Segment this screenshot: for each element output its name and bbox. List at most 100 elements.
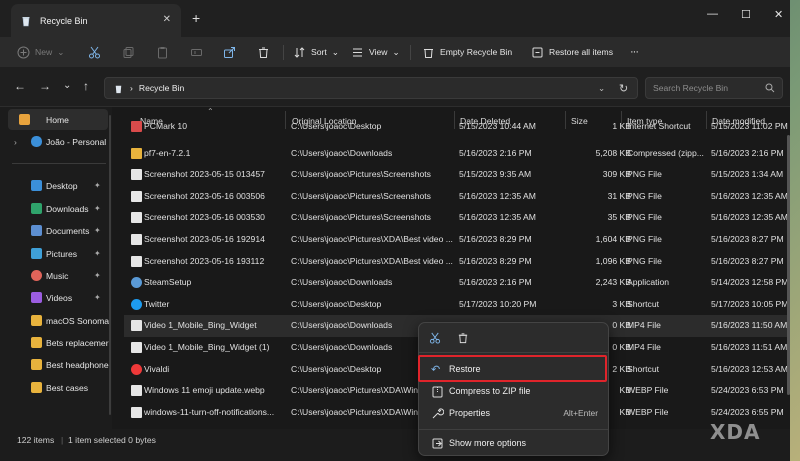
- table-row[interactable]: Screenshot 2023-05-16 193112 C:\Users\joa…: [124, 251, 790, 273]
- sidebar-item-macos-sonoma[interactable]: macOS Sonoma: [0, 310, 112, 331]
- cell-type: PNG File: [627, 190, 662, 201]
- maximize-button[interactable]: ☐: [741, 8, 751, 21]
- copy-button[interactable]: [122, 37, 135, 67]
- cell-size: 309 KB: [602, 169, 631, 180]
- image-file-icon: [131, 255, 142, 267]
- cell-mod: 5/16/2023 8:27 PM: [711, 234, 784, 244]
- table-row[interactable]: PCMark 10 C:\Users\joaoc\Desktop 5/15/2023…: [124, 121, 790, 138]
- sidebar-item-label: Videos: [46, 292, 73, 303]
- up-arrow-icon[interactable]: ↑: [83, 80, 89, 92]
- table-row[interactable]: SteamSetup C:\Users\joaoc\Downloads 5/16/2…: [124, 272, 790, 294]
- paste-button[interactable]: [156, 37, 169, 67]
- cell-mod: 5/16/2023 2:16 PM: [711, 147, 784, 158]
- address-bar[interactable]: › Recycle Bin ⌄ ↻: [104, 77, 638, 99]
- context-menu-show-more-options[interactable]: Show more options: [423, 432, 606, 454]
- cell-type: Application: [627, 277, 670, 288]
- table-row[interactable]: Screenshot 2023-05-16 003506 C:\Users\joa…: [124, 186, 790, 208]
- sidebar-item-pictures[interactable]: Pictures ✦: [0, 243, 112, 264]
- title-bar: Recycle Bin ✕ + — ☐ ✕: [0, 0, 790, 37]
- sidebar-item-onedrive[interactable]: › João - Personal: [0, 131, 112, 152]
- breadcrumb-recycle-bin[interactable]: Recycle Bin: [139, 83, 184, 93]
- empty-recycle-bin-button[interactable]: Empty Recycle Bin: [422, 37, 512, 67]
- chevron-down-icon: ⌄: [392, 46, 400, 57]
- cell-mod: 5/16/2023 8:27 PM: [711, 255, 784, 266]
- scissors-icon: [89, 46, 100, 58]
- tab-close-icon[interactable]: ✕: [163, 14, 171, 25]
- cell-type: MP4 File: [627, 342, 661, 352]
- table-row[interactable]: Screenshot 2023-05-15 013457 C:\Users\joa…: [124, 164, 790, 186]
- cell-loc: C:\Users\joaoc\Downloads: [291, 277, 393, 288]
- sidebar-scrollbar[interactable]: [109, 115, 111, 415]
- cell-mod: 5/16/2023 11:51 AM: [711, 342, 788, 352]
- table-row[interactable]: Screenshot 2023-05-16 192914 C:\Users\joa…: [124, 229, 790, 251]
- cell-mod: 5/14/2023 12:58 PM: [711, 277, 789, 288]
- recent-locations-chevron-icon[interactable]: ⌄: [63, 80, 71, 92]
- context-menu-compress-zip[interactable]: Compress to ZIP file: [423, 380, 606, 402]
- sidebar-item-videos[interactable]: Videos ✦: [0, 287, 112, 308]
- table-row[interactable]: Twitter C:\Users\joaoc\Desktop 5/17/2023 1…: [124, 294, 790, 316]
- table-row[interactable]: pf7-en-7.2.1 C:\Users\joaoc\Downloads 5/16…: [124, 143, 790, 165]
- tab-recycle-bin[interactable]: Recycle Bin ✕: [11, 4, 181, 37]
- sidebar-item-downloads[interactable]: Downloads ✦: [0, 198, 112, 219]
- sidebar-item-documents[interactable]: Documents ✦: [0, 220, 112, 241]
- cell-date: 5/16/2023 8:29 PM: [459, 234, 532, 244]
- new-button[interactable]: New ⌄: [17, 37, 64, 67]
- cell-loc: C:\Users\joaoc\Pictures\XDA\Best video .…: [291, 255, 453, 266]
- cell-mod: 5/15/2023 11:02 PM: [711, 121, 788, 131]
- new-tab-button[interactable]: +: [192, 11, 200, 25]
- sidebar-item-label: João - Personal: [46, 136, 107, 147]
- more-options-button[interactable]: ···: [630, 37, 639, 67]
- cell-date: 5/17/2023 10:20 PM: [459, 298, 537, 309]
- pin-icon: ✦: [94, 249, 101, 258]
- cell-type: WEBP File: [627, 406, 669, 417]
- cell-size: 3 KB: [612, 298, 631, 309]
- sidebar-item-desktop[interactable]: Desktop ✦: [0, 175, 112, 196]
- close-button[interactable]: ✕: [774, 8, 783, 21]
- sidebar-item-best-headphones[interactable]: Best headphone: [0, 354, 112, 375]
- sidebar-item-bets-replacement[interactable]: Bets replacemer: [0, 332, 112, 353]
- rename-button[interactable]: [190, 37, 203, 67]
- restore-all-button[interactable]: Restore all items: [531, 37, 613, 67]
- status-bar: 122 items | 1 item selected 0 bytes: [0, 429, 790, 461]
- sidebar-item-best-cases[interactable]: Best cases: [0, 377, 112, 398]
- cell-loc: C:\Users\joaoc\Desktop: [291, 121, 382, 131]
- sidebar-item-label: Downloads: [46, 203, 89, 214]
- cut-button[interactable]: [88, 37, 101, 67]
- refresh-icon[interactable]: ↻: [619, 82, 628, 95]
- search-input[interactable]: Search Recycle Bin: [645, 77, 783, 99]
- sidebar-item-home[interactable]: Home: [8, 109, 108, 130]
- desktop-icon: [31, 180, 42, 191]
- image-file-icon: [131, 169, 142, 181]
- context-menu-properties[interactable]: Properties Alt+Enter: [423, 402, 606, 424]
- table-row[interactable]: Screenshot 2023-05-16 003530 C:\Users\joa…: [124, 207, 790, 229]
- cell-mod: 5/17/2023 10:05 PM: [711, 298, 789, 309]
- share-button[interactable]: [223, 37, 236, 67]
- sidebar-item-music[interactable]: Music ✦: [0, 265, 112, 286]
- sort-button[interactable]: Sort ⌄: [293, 37, 339, 67]
- cell-mod: 5/16/2023 12:35 AM: [711, 190, 788, 201]
- view-button[interactable]: View ⌄: [351, 37, 400, 67]
- delete-button[interactable]: [257, 37, 270, 67]
- recycle-bin-empty-icon: [424, 48, 433, 58]
- shortcut-icon: [131, 121, 142, 132]
- cut-icon[interactable]: [429, 332, 441, 344]
- image-file-icon: [131, 212, 142, 224]
- minimize-button[interactable]: —: [707, 8, 718, 20]
- address-history-chevron-icon[interactable]: ⌄: [598, 83, 605, 94]
- image-file-icon: [131, 234, 142, 245]
- expand-chevron-icon[interactable]: ›: [14, 137, 17, 147]
- cell-size: 1,096 KB: [595, 255, 631, 266]
- cell-type: PNG File: [627, 234, 662, 244]
- cell-type: WEBP File: [627, 385, 669, 396]
- cell-type: PNG File: [627, 169, 662, 180]
- item-count: 122 items: [17, 435, 55, 445]
- file-list-scrollbar[interactable]: [787, 135, 790, 395]
- address-row: ← → ⌄ ↑ › Recycle Bin ⌄ ↻ Search Recycle…: [0, 67, 790, 107]
- copy-icon: [123, 46, 134, 58]
- forward-arrow-icon[interactable]: →: [39, 80, 51, 92]
- delete-icon[interactable]: [457, 332, 469, 344]
- cell-size: 35 KB: [607, 212, 631, 223]
- sidebar-item-label: Best headphone: [46, 359, 109, 370]
- back-arrow-icon[interactable]: ←: [14, 80, 26, 92]
- cell-size: 2,243 KB: [595, 277, 631, 288]
